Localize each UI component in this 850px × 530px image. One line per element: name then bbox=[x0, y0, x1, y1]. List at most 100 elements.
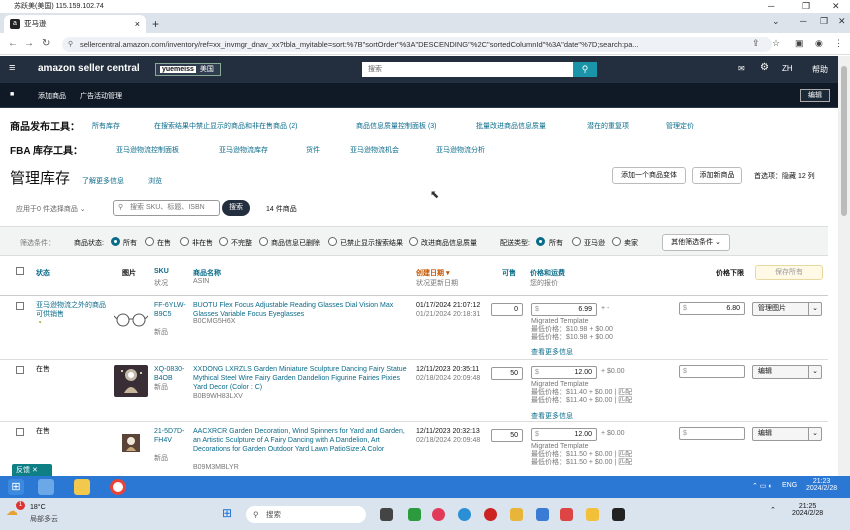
fulfil-radio-merchant[interactable] bbox=[612, 237, 621, 246]
fba-dashboard[interactable]: 亚马逊物流控制面板 bbox=[116, 145, 179, 155]
row-floor-input[interactable]: $ bbox=[679, 427, 745, 440]
row-checkbox[interactable] bbox=[16, 366, 24, 374]
product-image[interactable] bbox=[113, 308, 149, 340]
tray-chevron-icon[interactable]: ⌃ bbox=[770, 506, 776, 514]
save-all-button[interactable]: 保存所有 bbox=[755, 265, 823, 280]
status-option-incomplete[interactable]: 不完整 bbox=[231, 238, 252, 248]
tour-link[interactable]: 浏览 bbox=[148, 176, 162, 186]
app-green-icon[interactable] bbox=[408, 508, 421, 521]
product-image[interactable] bbox=[114, 365, 148, 397]
tool-bulk-quality[interactable]: 批量改进商品信息质量 bbox=[476, 121, 546, 131]
col-name[interactable]: 商品名称 bbox=[193, 268, 221, 278]
row-qty-input[interactable]: 50 bbox=[491, 429, 523, 442]
col-price[interactable]: 价格和运费 bbox=[530, 268, 565, 278]
task-view-icon[interactable] bbox=[380, 508, 393, 521]
minimize-icon[interactable]: ─ bbox=[768, 0, 774, 12]
learn-more-link[interactable]: 了解更多信息 bbox=[82, 176, 124, 186]
status-radio-incomplete[interactable] bbox=[219, 237, 228, 246]
status-radio-inactive[interactable] bbox=[180, 237, 189, 246]
browser-restore-icon[interactable]: ❐ bbox=[820, 16, 828, 27]
col-created[interactable]: 创建日期 ▾ bbox=[416, 268, 449, 278]
app-blue-icon[interactable] bbox=[536, 508, 549, 521]
fulfil-option-merchant[interactable]: 卖家 bbox=[624, 238, 638, 248]
scrollbar-thumb[interactable] bbox=[841, 66, 847, 216]
bookmark-icon[interactable]: ■ bbox=[10, 91, 14, 98]
row-qty-input[interactable]: 0 bbox=[491, 303, 523, 316]
remote-clock[interactable]: 21:23 2024/2/28 bbox=[806, 478, 837, 492]
row-checkbox[interactable] bbox=[16, 302, 24, 310]
folder-icon[interactable] bbox=[510, 508, 523, 521]
bulk-action-select[interactable]: 应用于0 件选择商品 ⌄ bbox=[16, 204, 86, 214]
row-floor-input[interactable]: $ bbox=[679, 365, 745, 378]
row-action-select[interactable]: 编辑 ⌄ bbox=[752, 427, 822, 441]
tool-manage-pricing[interactable]: 管理定价 bbox=[666, 121, 694, 131]
row-title[interactable]: AACXRCR Garden Decoration, Wind Spinners… bbox=[193, 427, 409, 454]
taskbar-search[interactable]: ⚲ 搜索 bbox=[246, 506, 366, 523]
weather-desc[interactable]: 局部多云 bbox=[30, 514, 58, 524]
site-info-icon[interactable]: ⚲ bbox=[68, 37, 73, 52]
help-link[interactable]: 帮助 bbox=[812, 64, 828, 75]
share-icon[interactable]: ⇪ bbox=[752, 38, 760, 49]
subnav-ad-manager[interactable]: 广告活动管理 bbox=[80, 91, 122, 101]
remote-lang[interactable]: ENG bbox=[782, 482, 797, 489]
add-new-product-button[interactable]: 添加新商品 bbox=[692, 167, 742, 184]
status-option-suppressed[interactable]: 已禁止显示搜索结果 bbox=[340, 238, 403, 248]
record-app-icon[interactable] bbox=[484, 508, 497, 521]
status-option-all[interactable]: 所有 bbox=[123, 238, 137, 248]
browser-tab[interactable]: a 亚马逊 × bbox=[4, 15, 146, 33]
col-available[interactable]: 可售 bbox=[502, 268, 516, 278]
tool-duplicates[interactable]: 潜在的重复项 bbox=[587, 121, 629, 131]
profile-icon[interactable]: ◉ bbox=[815, 38, 823, 49]
fulfil-radio-all[interactable] bbox=[536, 237, 545, 246]
local-clock[interactable]: 21:25 2024/2/28 bbox=[792, 503, 823, 517]
inventory-search-button[interactable]: 搜索 bbox=[222, 200, 250, 216]
app-dark-icon[interactable] bbox=[612, 508, 625, 521]
more-filters-button[interactable]: 其他筛选条件 ⌄ bbox=[662, 234, 730, 251]
restore-icon[interactable]: ❐ bbox=[802, 0, 810, 12]
tool-quality-dashboard[interactable]: 商品信息质量控制面板 (3) bbox=[356, 121, 437, 131]
row-action-select[interactable]: 管理图片 ⌄ bbox=[752, 302, 822, 316]
row-floor-input[interactable]: $6.80 bbox=[679, 302, 745, 315]
status-radio-quality[interactable] bbox=[409, 237, 418, 246]
settings-gear-icon[interactable]: ⚙ bbox=[760, 62, 769, 73]
row-asin[interactable]: B0B9WH83LXV bbox=[193, 392, 243, 401]
row-checkbox[interactable] bbox=[16, 428, 24, 436]
fulfil-radio-amazon[interactable] bbox=[572, 237, 581, 246]
row-price-input[interactable]: $12.00 bbox=[531, 428, 597, 441]
select-all-checkbox[interactable] bbox=[16, 267, 24, 275]
row-see-more[interactable]: 查看更多信息 bbox=[531, 412, 573, 421]
new-tab-icon[interactable]: + bbox=[152, 15, 159, 33]
row-sku[interactable]: XQ-0830-B4OB bbox=[154, 365, 188, 383]
file-explorer-icon[interactable] bbox=[74, 479, 90, 495]
tool-suppressed[interactable]: 在搜索结果中禁止显示的商品和非在售商品 (2) bbox=[154, 121, 298, 131]
remote-tray-icons[interactable]: ⌃ ▭ ◐ bbox=[752, 482, 773, 490]
weather-temp[interactable]: 18°C bbox=[30, 504, 46, 511]
status-radio-all[interactable] bbox=[111, 237, 120, 246]
seller-central-logo[interactable]: amazon seller central bbox=[38, 63, 140, 74]
windows-start-icon[interactable]: ⊞ bbox=[8, 479, 24, 495]
preferences-link[interactable]: 首选项：隐藏 12 列 bbox=[754, 171, 815, 181]
add-variation-button[interactable]: 添加一个商品变体 bbox=[612, 167, 686, 184]
wps-icon[interactable] bbox=[560, 508, 573, 521]
app-red-icon[interactable] bbox=[432, 508, 445, 521]
bookmark-star-icon[interactable]: ☆ bbox=[772, 38, 780, 49]
edge-icon[interactable] bbox=[458, 508, 471, 521]
tab-close-icon[interactable]: × bbox=[135, 15, 140, 33]
fba-shipments[interactable]: 货件 bbox=[306, 145, 320, 155]
status-radio-active[interactable] bbox=[145, 237, 154, 246]
page-scrollbar[interactable] bbox=[838, 56, 850, 476]
status-option-deleted[interactable]: 商品信息已删除 bbox=[271, 238, 320, 248]
status-radio-suppressed[interactable] bbox=[328, 237, 337, 246]
reload-icon[interactable]: ↻ bbox=[42, 38, 50, 49]
browser-minimize-icon[interactable]: ─ bbox=[800, 16, 806, 26]
row-asin[interactable]: B09M3MBLYR bbox=[193, 463, 239, 472]
row-see-more[interactable]: 查看更多信息 bbox=[531, 348, 573, 357]
row-asin[interactable]: B0CMG5H6X bbox=[193, 317, 235, 326]
close-icon[interactable]: ✕ bbox=[832, 0, 840, 12]
back-icon[interactable]: ← bbox=[8, 38, 18, 49]
sidebar-icon[interactable]: ▣ bbox=[795, 38, 804, 49]
row-price-input[interactable]: $12.00 bbox=[531, 366, 597, 379]
subnav-add-product[interactable]: 添加商品 bbox=[38, 91, 66, 101]
fulfil-option-amazon[interactable]: 亚马逊 bbox=[584, 238, 605, 248]
start-icon[interactable]: ⊞ bbox=[222, 506, 232, 520]
